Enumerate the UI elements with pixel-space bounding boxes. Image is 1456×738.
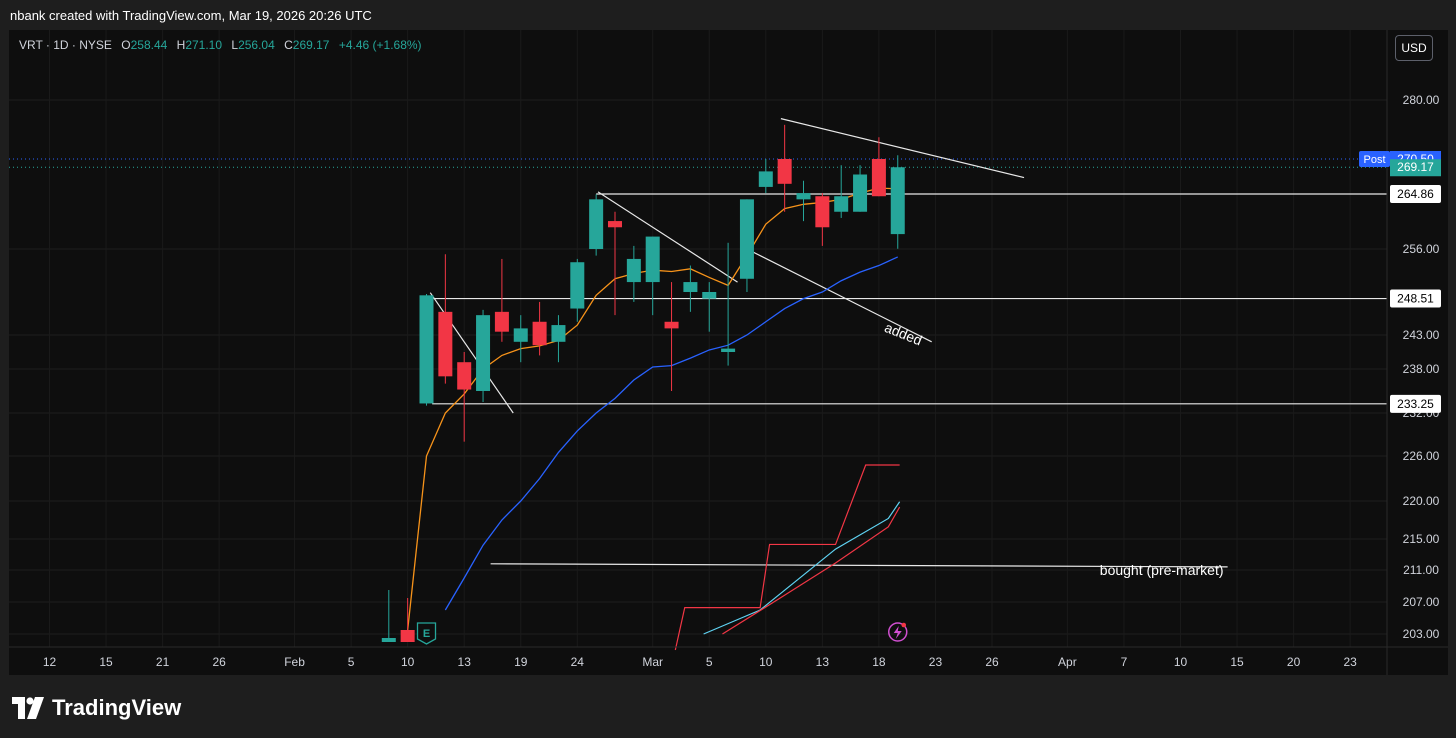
brand-name: TradingView xyxy=(52,695,182,720)
tradingview-logo[interactable]: TradingView xyxy=(12,695,181,721)
time-tick-label: 13 xyxy=(816,655,830,669)
time-tick-label: Feb xyxy=(284,655,305,669)
earnings-e-label: E xyxy=(423,628,430,640)
trailing-stop-cyan-line xyxy=(703,501,901,635)
candle-body-up xyxy=(683,282,698,292)
time-tick-label: 10 xyxy=(401,655,415,669)
time-tick-label: 23 xyxy=(1343,655,1357,669)
time-tick-label: 12 xyxy=(43,655,57,669)
top-bar: nbank created with TradingView.com, Mar … xyxy=(0,0,1456,30)
ohlc-legend: VRT · 1D · NYSE O258.44 H271.10 L256.04 … xyxy=(19,38,422,52)
candle-body-up xyxy=(570,262,585,309)
annotation-label: added xyxy=(882,319,924,348)
price-tick-label: 238.00 xyxy=(1403,362,1440,376)
time-tick-label: 5 xyxy=(348,655,355,669)
candle-body-up xyxy=(513,328,528,342)
candle-body-up xyxy=(853,174,868,212)
time-tick-label: 26 xyxy=(985,655,999,669)
price-chart[interactable]: added bought (pre-market) E 280.00 256.00 243… xyxy=(9,30,1448,675)
candle-body-up xyxy=(702,292,717,299)
level-badge-label: 233.25 xyxy=(1397,397,1434,411)
grid-lines xyxy=(9,30,1387,647)
chart-credit: nbank created with TradingView.com, Mar … xyxy=(10,8,372,23)
tradingview-logo-icon xyxy=(12,697,44,719)
post-tag-label: Post xyxy=(1363,154,1385,166)
candle-body-up xyxy=(739,199,754,279)
candle-body-up xyxy=(645,236,660,283)
time-tick-label: 5 xyxy=(706,655,713,669)
symbol-label: VRT · 1D · NYSE xyxy=(19,38,112,52)
level-badge-label: 264.86 xyxy=(1397,187,1434,201)
trendline xyxy=(597,191,738,283)
time-tick-label: 23 xyxy=(929,655,943,669)
lightning-bolt xyxy=(893,626,902,639)
price-tick-label: 280.00 xyxy=(1403,93,1440,107)
time-tick-label: 18 xyxy=(872,655,886,669)
candle-body-up xyxy=(626,258,641,283)
lightning-dot xyxy=(901,622,907,628)
candle-body-down xyxy=(457,362,472,390)
price-tick-label: 207.00 xyxy=(1403,595,1440,609)
candle-body-up xyxy=(381,638,396,642)
currency-button[interactable]: USD xyxy=(1395,35,1433,61)
footer: TradingView xyxy=(0,675,1456,738)
price-tick-label: 226.00 xyxy=(1403,449,1440,463)
time-tick-label: 7 xyxy=(1121,655,1128,669)
time-tick-label: 10 xyxy=(759,655,773,669)
candle-body-up xyxy=(834,196,849,212)
candle-body-down xyxy=(664,321,679,329)
candle-body-down xyxy=(400,630,415,642)
candle-body-down xyxy=(871,158,886,197)
chart-panel[interactable]: added bought (pre-market) E 280.00 256.00 243… xyxy=(9,30,1448,675)
open-label: O xyxy=(121,38,131,52)
candle-body-up xyxy=(758,171,773,187)
price-tick-label: 243.00 xyxy=(1403,328,1440,342)
annotation-label: bought (pre-market) xyxy=(1100,562,1224,578)
time-tick-label: 24 xyxy=(571,655,585,669)
time-tick-label: 21 xyxy=(156,655,170,669)
candle-body-up xyxy=(890,167,905,235)
time-tick-label: 20 xyxy=(1287,655,1301,669)
candle-body-down xyxy=(532,321,547,346)
time-tick-label: 10 xyxy=(1174,655,1188,669)
price-tick-label: 203.00 xyxy=(1403,627,1440,641)
price-tick-label: 256.00 xyxy=(1403,242,1440,256)
price-tick-label: 215.00 xyxy=(1403,532,1440,546)
time-tick-label: Mar xyxy=(642,655,663,669)
low-value: 256.04 xyxy=(238,38,275,52)
candle-body-up xyxy=(721,348,736,352)
candle-body-down xyxy=(777,158,792,184)
last-price-label: 269.17 xyxy=(1397,160,1434,174)
candle-body-up xyxy=(419,295,434,404)
time-tick-label: Apr xyxy=(1058,655,1077,669)
candle-body-up xyxy=(551,325,566,342)
candle-body-up xyxy=(476,315,491,391)
change-value: +4.46 (+1.68%) xyxy=(338,38,422,52)
close-value: 269.17 xyxy=(292,38,330,52)
time-tick-label: 13 xyxy=(458,655,472,669)
close-label: C xyxy=(284,38,293,52)
price-tick-label: 211.00 xyxy=(1403,563,1439,577)
candle-body-down xyxy=(438,311,453,377)
high-value: 271.10 xyxy=(185,38,223,52)
time-tick-label: 19 xyxy=(514,655,528,669)
open-value: 258.44 xyxy=(130,38,168,52)
time-tick-label: 15 xyxy=(1230,655,1244,669)
price-tick-label: 220.00 xyxy=(1403,494,1440,508)
candle-body-up xyxy=(589,199,604,249)
time-tick-label: 26 xyxy=(212,655,226,669)
time-tick-label: 15 xyxy=(99,655,113,669)
level-badge-label: 248.51 xyxy=(1397,292,1434,306)
candle-body-down xyxy=(494,311,509,332)
candle-body-down xyxy=(608,221,622,228)
candle-body-up xyxy=(796,193,811,200)
candle-body-down xyxy=(815,196,830,228)
